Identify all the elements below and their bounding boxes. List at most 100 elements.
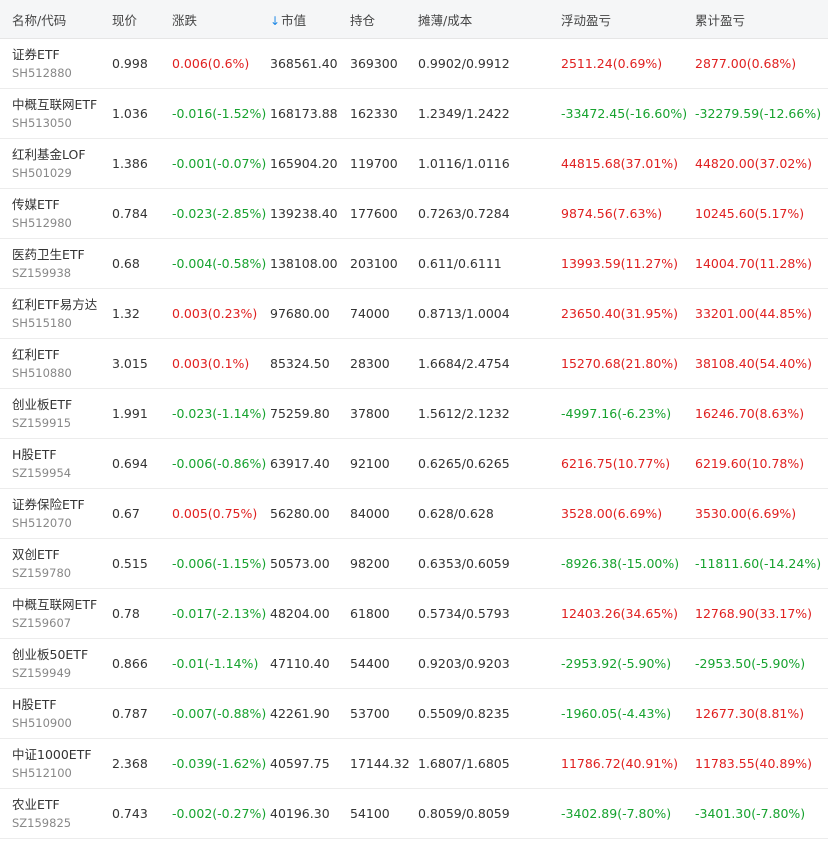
cell-position: 37800 — [350, 388, 418, 439]
cell-market-value: 50573.00 — [270, 538, 350, 589]
table-row[interactable]: 双创ETF SZ159780 0.515 -0.006(-1.15%) 50573.00… — [0, 538, 828, 589]
table-row[interactable]: 证券保险ETF SH512070 0.67 0.005(0.75%) 56280.00 8… — [0, 488, 828, 539]
cell-change: 0.006(0.6%) — [172, 38, 270, 89]
cell-floating-pl: 9874.56(7.63%) — [551, 188, 691, 239]
fund-code: SH510900 — [12, 715, 72, 730]
fund-code: SH512100 — [12, 765, 72, 780]
cell-name-code[interactable]: 红利ETF SH510880 — [0, 338, 112, 389]
fund-code: SZ159954 — [12, 465, 72, 480]
table-row[interactable]: H股ETF SH510900 0.787 -0.007(-0.88%) 42261.90… — [0, 688, 828, 739]
table-row[interactable]: 农业ETF SZ159825 0.743 -0.002(-0.27%) 40196.30… — [0, 788, 828, 839]
header-position[interactable]: 持仓 — [350, 0, 418, 39]
fund-code: SH512070 — [12, 515, 72, 530]
cell-total-pl: 10245.60(5.17%) — [691, 188, 828, 239]
fund-name[interactable]: 中概互联网ETF — [12, 97, 112, 113]
header-market-value[interactable]: ↓市值 — [270, 0, 350, 39]
cell-position: 369300 — [350, 38, 418, 89]
cell-price: 0.78 — [112, 588, 172, 639]
cell-name-code[interactable]: 双创ETF SZ159780 — [0, 538, 112, 589]
cell-cost: 0.611/0.6111 — [418, 238, 551, 289]
cell-cost: 0.9902/0.9912 — [418, 38, 551, 89]
table-row[interactable]: 医药卫生ETF SZ159938 0.68 -0.004(-0.58%) 138108.… — [0, 238, 828, 289]
cell-price: 0.68 — [112, 238, 172, 289]
cell-floating-pl: -33472.45(-16.60%) — [551, 88, 691, 139]
cell-floating-pl: 6216.75(10.77%) — [551, 438, 691, 489]
table-row[interactable]: 创业板ETF SZ159915 1.991 -0.023(-1.14%) 75259.8… — [0, 388, 828, 439]
table-row[interactable]: 红利ETF易方达 SH515180 1.32 0.003(0.23%) 97680.00… — [0, 288, 828, 339]
cell-name-code[interactable]: 证券ETF SH512880 — [0, 38, 112, 89]
cell-name-code[interactable]: 中证1000ETF SH512100 — [0, 738, 112, 789]
cell-change: -0.006(-0.86%) — [172, 438, 270, 489]
fund-name[interactable]: 红利ETF易方达 — [12, 297, 112, 313]
cell-name-code[interactable]: H股ETF SH510900 — [0, 688, 112, 739]
cell-market-value: 47110.40 — [270, 638, 350, 689]
header-price[interactable]: 现价 — [112, 0, 172, 39]
cell-name-code[interactable]: 创业板ETF SZ159915 — [0, 388, 112, 439]
cell-name-code[interactable]: 医药卫生ETF SZ159938 — [0, 238, 112, 289]
cell-position: 54100 — [350, 788, 418, 839]
header-total-pl[interactable]: 累计盈亏 — [691, 0, 828, 39]
cell-total-pl: 3530.00(6.69%) — [691, 488, 828, 539]
fund-name[interactable]: 医药卫生ETF — [12, 247, 112, 263]
header-cost[interactable]: 摊薄/成本 — [418, 0, 551, 39]
fund-name[interactable]: 红利基金LOF — [12, 147, 112, 163]
cell-position: 84000 — [350, 488, 418, 539]
table-row[interactable]: 红利ETF SH510880 3.015 0.003(0.1%) 85324.50 283… — [0, 338, 828, 389]
fund-code: SZ159949 — [12, 665, 72, 680]
cell-cost: 1.0116/1.0116 — [418, 138, 551, 189]
cell-name-code[interactable]: 创业板50ETF SZ159949 — [0, 638, 112, 689]
cell-floating-pl: 12403.26(34.65%) — [551, 588, 691, 639]
table-row[interactable]: 中概互联网ETF SH513050 1.036 -0.016(-1.52%) 16817… — [0, 88, 828, 139]
cell-name-code[interactable]: H股ETF SZ159954 — [0, 438, 112, 489]
fund-code: SH513050 — [12, 115, 72, 130]
cell-name-code[interactable]: 红利ETF易方达 SH515180 — [0, 288, 112, 339]
sort-desc-icon: ↓ — [270, 13, 281, 28]
cell-position: 61800 — [350, 588, 418, 639]
fund-name[interactable]: 传媒ETF — [12, 197, 112, 213]
cell-market-value: 40597.75 — [270, 738, 350, 789]
header-floating-pl[interactable]: 浮动盈亏 — [551, 0, 691, 39]
cell-market-value: 40196.30 — [270, 788, 350, 839]
cell-change: -0.023(-1.14%) — [172, 388, 270, 439]
table-header: 名称/代码 现价 涨跌 ↓市值 持仓 摊薄/成本 浮动盈亏 累计盈亏 — [0, 0, 828, 39]
table-row[interactable]: 证券ETF SH512880 0.998 0.006(0.6%) 368561.40 36… — [0, 38, 828, 89]
cell-name-code[interactable]: 农业ETF SZ159825 — [0, 788, 112, 839]
cell-position: 53700 — [350, 688, 418, 739]
header-name-code[interactable]: 名称/代码 — [0, 0, 112, 39]
cell-name-code[interactable]: 中概互联网ETF SZ159607 — [0, 588, 112, 639]
cell-total-pl: -32279.59(-12.66%) — [691, 88, 828, 139]
fund-name[interactable]: 红利ETF — [12, 347, 112, 363]
fund-name[interactable]: 创业板50ETF — [12, 647, 112, 663]
table-row[interactable]: 中概互联网ETF SZ159607 0.78 -0.017(-2.13%) 48204.… — [0, 588, 828, 639]
cell-price: 0.743 — [112, 788, 172, 839]
cell-cost: 0.6265/0.6265 — [418, 438, 551, 489]
cell-name-code[interactable]: 中概互联网ETF SH513050 — [0, 88, 112, 139]
table-row[interactable]: H股ETF SZ159954 0.694 -0.006(-0.86%) 63917.40… — [0, 438, 828, 489]
table-row[interactable]: 传媒ETF SH512980 0.784 -0.023(-2.85%) 139238.4… — [0, 188, 828, 239]
cell-name-code[interactable]: 证券保险ETF SH512070 — [0, 488, 112, 539]
cell-total-pl: 33201.00(44.85%) — [691, 288, 828, 339]
header-change[interactable]: 涨跌 — [172, 0, 270, 39]
fund-name[interactable]: H股ETF — [12, 697, 112, 713]
cell-name-code[interactable]: 红利基金LOF SH501029 — [0, 138, 112, 189]
cell-price: 0.67 — [112, 488, 172, 539]
fund-name[interactable]: H股ETF — [12, 447, 112, 463]
table-row[interactable]: 红利基金LOF SH501029 1.386 -0.001(-0.07%) 165904… — [0, 138, 828, 189]
fund-name[interactable]: 证券ETF — [12, 47, 112, 63]
cell-total-pl: 2877.00(0.68%) — [691, 38, 828, 89]
fund-name[interactable]: 证券保险ETF — [12, 497, 112, 513]
cell-floating-pl: 11786.72(40.91%) — [551, 738, 691, 789]
table-row[interactable]: 中证1000ETF SH512100 2.368 -0.039(-1.62%) 4059… — [0, 738, 828, 789]
fund-name[interactable]: 双创ETF — [12, 547, 112, 563]
fund-name[interactable]: 创业板ETF — [12, 397, 112, 413]
table-row[interactable]: 创业板50ETF SZ159949 0.866 -0.01(-1.14%) 47110.… — [0, 638, 828, 689]
cell-floating-pl: 23650.40(31.95%) — [551, 288, 691, 339]
fund-name[interactable]: 农业ETF — [12, 797, 112, 813]
cell-name-code[interactable]: 传媒ETF SH512980 — [0, 188, 112, 239]
cell-cost: 1.2349/1.2422 — [418, 88, 551, 139]
fund-name[interactable]: 中证1000ETF — [12, 747, 112, 763]
cell-total-pl: -2953.50(-5.90%) — [691, 638, 828, 689]
fund-name[interactable]: 中概互联网ETF — [12, 597, 112, 613]
cell-market-value: 165904.20 — [270, 138, 350, 189]
cell-cost: 0.8059/0.8059 — [418, 788, 551, 839]
